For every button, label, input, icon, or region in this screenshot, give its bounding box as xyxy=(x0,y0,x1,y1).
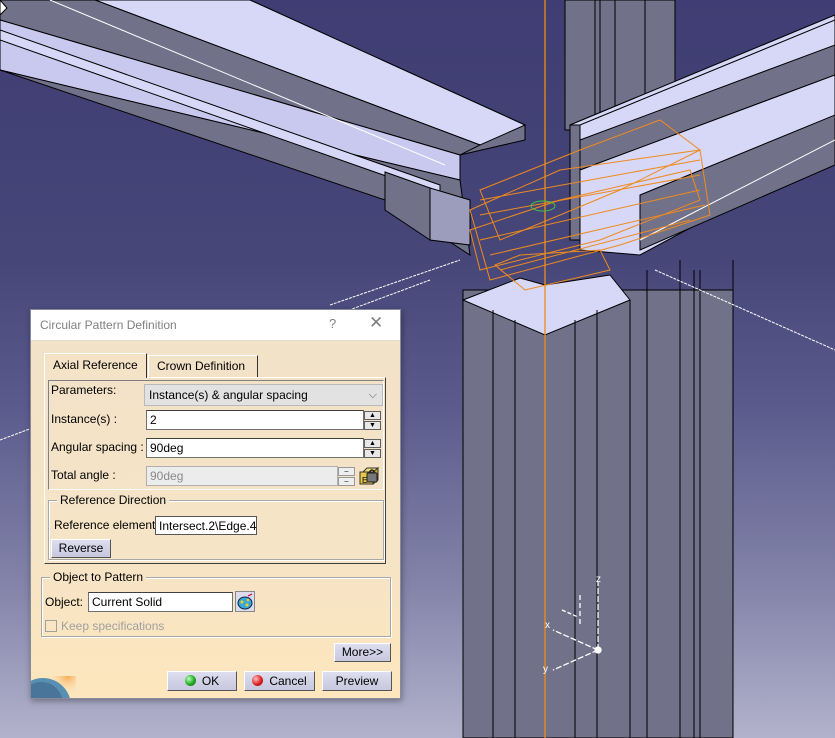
total-angle-input: 90deg xyxy=(146,466,338,486)
spin-up-icon: – xyxy=(338,467,355,476)
dialog-titlebar[interactable]: Circular Pattern Definition ? ✕ xyxy=(31,310,400,341)
svg-text:E: E xyxy=(362,476,367,485)
reverse-button[interactable]: Reverse xyxy=(51,539,111,558)
reference-element-label: Reference element: xyxy=(54,518,159,532)
tab-crown-definition[interactable]: Crown Definition xyxy=(148,355,258,377)
object-to-pattern-title: Object to Pattern xyxy=(50,570,147,584)
angular-spacing-label: Angular spacing : xyxy=(51,440,144,454)
globe-logo-icon xyxy=(31,676,76,698)
instances-input[interactable]: 2 xyxy=(146,410,364,430)
ok-label: OK xyxy=(201,674,220,688)
spin-down-icon[interactable]: ▼ xyxy=(364,421,381,430)
close-button[interactable]: ✕ xyxy=(369,313,383,333)
ok-button[interactable]: OK xyxy=(167,671,237,691)
spin-down-icon[interactable]: ▼ xyxy=(364,449,381,458)
object-input[interactable]: Current Solid xyxy=(88,592,233,612)
more-button[interactable]: More>> xyxy=(334,643,391,662)
spin-up-icon[interactable]: ▲ xyxy=(364,439,381,448)
spin-down-icon: – xyxy=(338,477,355,486)
axis-label-z: z xyxy=(596,574,601,585)
reference-element-input[interactable]: Intersect.2\Edge.47 xyxy=(155,516,257,535)
preview-button[interactable]: Preview xyxy=(322,671,392,691)
ok-orb-icon xyxy=(184,675,196,686)
axis-label-x: x xyxy=(545,620,550,631)
parameters-label: Parameters: xyxy=(51,383,117,397)
select-object-icon[interactable] xyxy=(235,591,255,612)
cancel-button[interactable]: Cancel xyxy=(244,671,315,691)
keep-specifications-label: Keep specifications xyxy=(61,619,165,633)
angular-spacing-input[interactable]: 90deg xyxy=(146,438,364,458)
dialog-body: Axial Reference Crown Definition Paramet… xyxy=(31,341,400,698)
axial-reference-panel: Parameters: Instance(s) & angular spacin… xyxy=(44,377,386,564)
circular-pattern-dialog: Circular Pattern Definition ? ✕ Axial Re… xyxy=(30,309,401,699)
spin-up-icon[interactable]: ▲ xyxy=(364,411,381,420)
axis-label-y: y xyxy=(543,664,548,675)
parameters-value: Instance(s) & angular spacing xyxy=(149,388,308,402)
beam-upper-left xyxy=(0,0,527,257)
tab-axial-reference[interactable]: Axial Reference xyxy=(44,353,147,378)
object-label: Object: xyxy=(45,595,84,609)
mouse-cursor-icon xyxy=(0,0,8,16)
total-angle-label: Total angle : xyxy=(51,468,116,482)
lock-parameter-icon[interactable]: E xyxy=(358,464,380,486)
instances-spinner[interactable]: ▲ ▼ xyxy=(364,411,381,430)
parameters-dropdown[interactable]: Instance(s) & angular spacing ⌵ xyxy=(144,384,383,406)
chevron-down-icon: ⌵ xyxy=(368,389,377,401)
vertical-post-front xyxy=(461,260,734,738)
instances-label: Instance(s) : xyxy=(51,412,118,426)
help-button[interactable]: ? xyxy=(329,316,336,331)
total-angle-spinner: – – xyxy=(338,467,355,486)
cancel-label: Cancel xyxy=(269,674,307,688)
reference-direction-title: Reference Direction xyxy=(57,493,170,507)
keep-specifications-checkbox xyxy=(45,620,57,632)
dialog-title: Circular Pattern Definition xyxy=(40,318,177,332)
reference-direction-group: Reference Direction Reference element: I… xyxy=(48,493,384,560)
angular-spacing-spinner[interactable]: ▲ ▼ xyxy=(364,439,381,458)
cancel-orb-icon xyxy=(252,675,264,686)
object-to-pattern-group: Object to Pattern Object: Current Solid … xyxy=(41,570,391,637)
